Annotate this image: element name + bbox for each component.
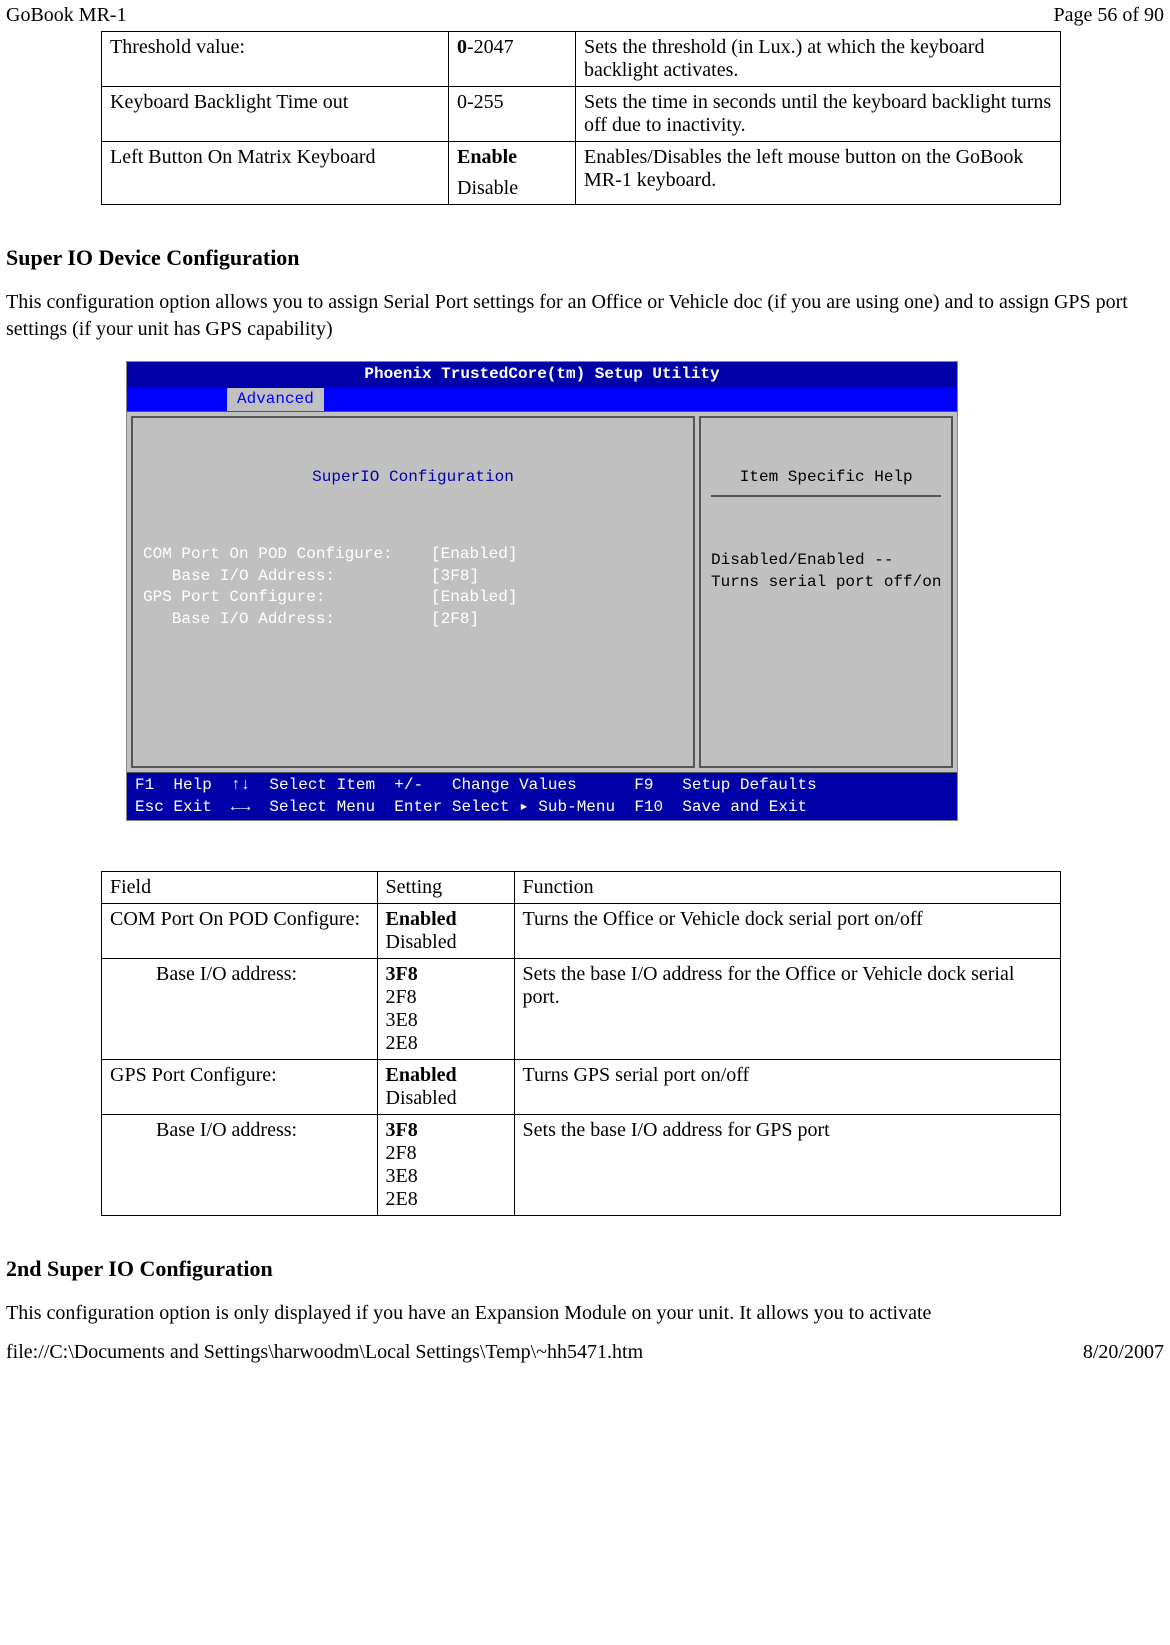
table-row: GPS Port Configure: Enabled Disabled Tur… — [102, 1060, 1061, 1115]
setting-rest: 0-255 — [457, 91, 504, 113]
setting-cell: 3F8 2F8 3E8 2E8 — [377, 959, 514, 1060]
function-cell: Turns GPS serial port on/off — [514, 1060, 1060, 1115]
field-cell: COM Port On POD Configure: — [102, 904, 378, 959]
function-cell: Turns the Office or Vehicle dock serial … — [514, 904, 1060, 959]
field-cell: Base I/O address: — [148, 1115, 377, 1216]
field-cell: Keyboard Backlight Time out — [102, 87, 449, 142]
setting-bold: 3F8 — [386, 1119, 506, 1142]
field-cell: Left Button On Matrix Keyboard — [102, 142, 449, 205]
bios-tab-advanced: Advanced — [227, 388, 324, 412]
section-heading-2nd-superio: 2nd Super IO Configuration — [6, 1256, 1164, 1282]
table-row: COM Port On POD Configure: Enabled Disab… — [102, 904, 1061, 959]
section-paragraph-superio: This configuration option allows you to … — [6, 289, 1164, 343]
section-paragraph-2nd-superio: This configuration option is only displa… — [6, 1300, 1164, 1327]
table-row: Base I/O address: 3F8 2F8 3E8 2E8 Sets t… — [102, 959, 1061, 1060]
header-right: Page 56 of 90 — [1053, 4, 1164, 27]
table-row: Base I/O address: 3F8 2F8 3E8 2E8 Sets t… — [102, 1115, 1061, 1216]
setting-cell: 0-255 — [449, 87, 576, 142]
bios-right-pane: Item Specific Help Disabled/Enabled -- T… — [699, 416, 953, 768]
setting-bold: Enabled — [386, 908, 506, 931]
setting-bold: Enable — [457, 146, 567, 169]
setting-cell: 3F8 2F8 3E8 2E8 — [377, 1115, 514, 1216]
function-cell: Sets the threshold (in Lux.) at which th… — [576, 32, 1061, 87]
setting-cell: Enabled Disabled — [377, 904, 514, 959]
bios-right-title: Item Specific Help — [711, 467, 941, 497]
col-function: Function — [514, 872, 1060, 904]
bios-title: Phoenix TrustedCore(tm) Setup Utility — [127, 362, 957, 388]
bios-footer: F1 Help ↑↓ Select Item +/- Change Values… — [127, 773, 957, 820]
footer-right: 8/20/2007 — [1083, 1341, 1164, 1364]
bios-right-content: Disabled/Enabled -- Turns serial port of… — [711, 550, 941, 593]
bios-left-content: COM Port On POD Configure: [Enabled] Bas… — [143, 544, 683, 630]
setting-cell: Enabled Disabled — [377, 1060, 514, 1115]
col-field: Field — [102, 872, 378, 904]
indent-cell — [102, 959, 149, 1060]
setting-rest: -2047 — [467, 36, 514, 58]
function-cell: Sets the base I/O address for the Office… — [514, 959, 1060, 1060]
bios-screenshot: Phoenix TrustedCore(tm) Setup Utility Ad… — [126, 361, 958, 821]
field-cell: Threshold value: — [102, 32, 449, 87]
field-cell: Base I/O address: — [148, 959, 377, 1060]
setting-bold: Enabled — [386, 1064, 506, 1087]
field-cell: GPS Port Configure: — [102, 1060, 378, 1115]
setting-rest: 2F8 3E8 2E8 — [386, 986, 506, 1055]
bios-left-title: SuperIO Configuration — [143, 467, 683, 489]
setting-cell: 0-2047 — [449, 32, 576, 87]
settings-table-1: Threshold value: 0-2047 Sets the thresho… — [101, 31, 1061, 205]
table-row: Left Button On Matrix Keyboard Enable Di… — [102, 142, 1061, 205]
section-heading-superio: Super IO Device Configuration — [6, 245, 1164, 271]
table-row: Threshold value: 0-2047 Sets the thresho… — [102, 32, 1061, 87]
setting-bold: 0 — [457, 36, 467, 58]
table-header-row: Field Setting Function — [102, 872, 1061, 904]
setting-rest: 2F8 3E8 2E8 — [386, 1142, 506, 1211]
function-cell: Enables/Disables the left mouse button o… — [576, 142, 1061, 205]
table-row: Keyboard Backlight Time out 0-255 Sets t… — [102, 87, 1061, 142]
settings-table-2: Field Setting Function COM Port On POD C… — [101, 871, 1061, 1216]
setting-rest: Disabled — [386, 1087, 506, 1110]
col-setting: Setting — [377, 872, 514, 904]
header-left: GoBook MR-1 — [6, 4, 127, 27]
setting-cell: Enable Disable — [449, 142, 576, 205]
page-footer: file://C:\Documents and Settings\harwood… — [0, 1337, 1170, 1368]
setting-rest: Disabled — [386, 931, 506, 954]
bios-tabbar: Advanced — [127, 388, 957, 412]
indent-cell — [102, 1115, 149, 1216]
bios-left-pane: SuperIO Configuration COM Port On POD Co… — [131, 416, 695, 768]
function-cell: Sets the base I/O address for GPS port — [514, 1115, 1060, 1216]
footer-left: file://C:\Documents and Settings\harwood… — [6, 1341, 643, 1364]
setting-bold: 3F8 — [386, 963, 506, 986]
function-cell: Sets the time in seconds until the keybo… — [576, 87, 1061, 142]
setting-rest: Disable — [457, 177, 567, 200]
page-header: GoBook MR-1 Page 56 of 90 — [0, 0, 1170, 31]
